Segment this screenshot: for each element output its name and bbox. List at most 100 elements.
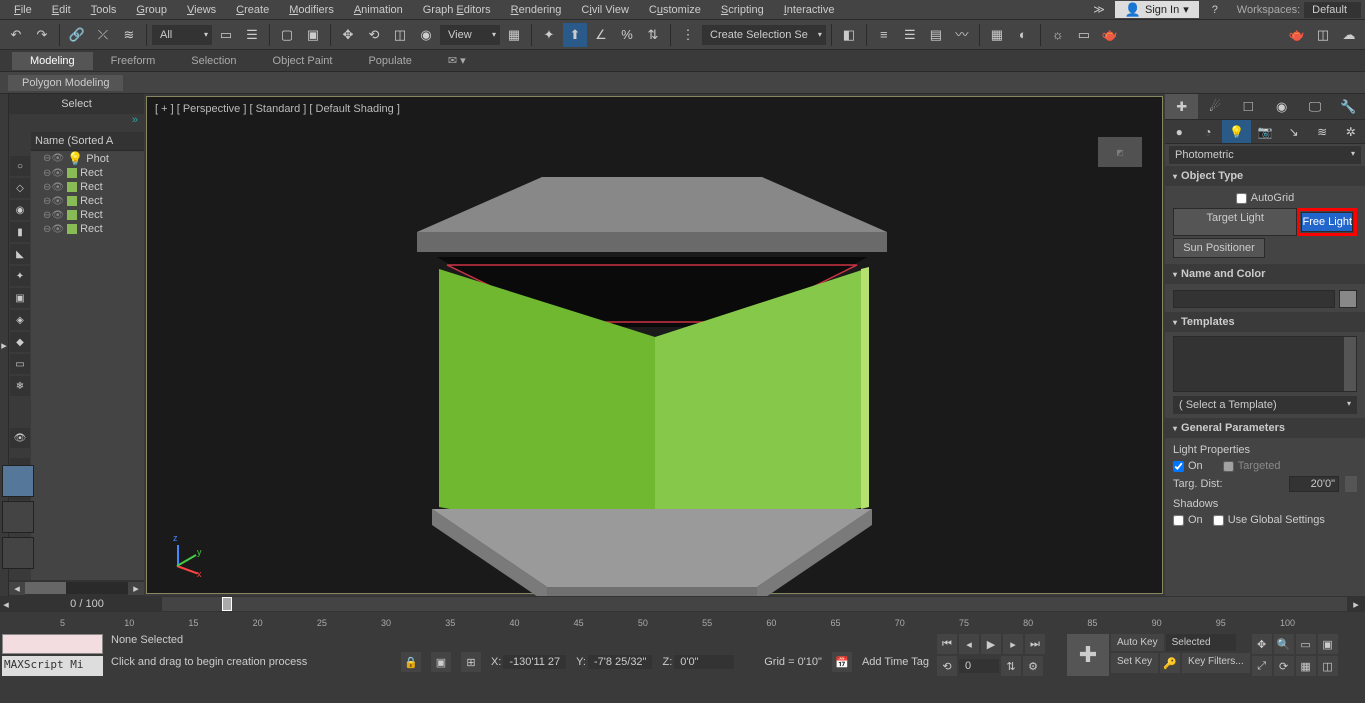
- filter-frozen-icon[interactable]: ❄: [10, 376, 30, 396]
- named-selset-dropdown[interactable]: Create Selection Se: [702, 25, 826, 45]
- menu-customize[interactable]: Customize: [639, 4, 711, 16]
- menu-scripting[interactable]: Scripting: [711, 4, 774, 16]
- ref-coord-dropdown[interactable]: View: [440, 25, 500, 45]
- menu-interactive[interactable]: Interactive: [774, 4, 845, 16]
- coord-x[interactable]: -130'11 27: [503, 655, 566, 669]
- menu-tools[interactable]: Tools: [81, 4, 127, 16]
- cp-tab-motion[interactable]: ◉: [1265, 94, 1298, 119]
- filter-spacewarps-icon[interactable]: ✦: [10, 266, 30, 286]
- goto-start-button[interactable]: ⏮: [937, 634, 957, 654]
- filter-all-icon[interactable]: 👁: [10, 428, 30, 448]
- coord-y[interactable]: -7'8 25/32": [588, 655, 653, 669]
- key-filters-button[interactable]: Key Filters...: [1182, 653, 1250, 673]
- cp-tab-hierarchy[interactable]: 🞎: [1232, 94, 1265, 119]
- rollout-name-color[interactable]: Name and Color: [1165, 264, 1365, 284]
- viewport[interactable]: [ + ] [ Perspective ] [ Standard ] [ Def…: [146, 96, 1163, 594]
- create-helpers-button[interactable]: ↘: [1279, 120, 1308, 143]
- filter-groups-icon[interactable]: ▣: [10, 288, 30, 308]
- ribbon-tab-selection[interactable]: Selection: [173, 52, 254, 70]
- filter-lights-icon[interactable]: ◉: [10, 200, 30, 220]
- template-list[interactable]: [1173, 336, 1357, 392]
- align-button[interactable]: ≡: [872, 23, 896, 47]
- key-icon[interactable]: 🔑: [1160, 653, 1180, 673]
- play-button[interactable]: ▶: [981, 634, 1001, 654]
- lock-selection-button[interactable]: 🔒: [401, 652, 421, 672]
- curve-editor-button[interactable]: 〰: [950, 23, 974, 47]
- create-spacewarps-button[interactable]: ≋: [1308, 120, 1337, 143]
- menu-grapheditors[interactable]: Graph Editors: [413, 4, 501, 16]
- undo-button[interactable]: ↶: [4, 23, 28, 47]
- signin-button[interactable]: 👤Sign In ▾: [1115, 1, 1199, 18]
- menu-edit[interactable]: Edit: [42, 4, 81, 16]
- keyset-dropdown[interactable]: Selected: [1166, 634, 1236, 651]
- maxscript-input[interactable]: [2, 634, 103, 654]
- spinner-snap-button[interactable]: ⇅: [641, 23, 665, 47]
- filter-bones-icon[interactable]: ◆: [10, 332, 30, 352]
- coord-display-button[interactable]: ⊞: [461, 652, 481, 672]
- time-config-button[interactable]: ⚙: [1023, 656, 1043, 676]
- view-cube[interactable]: ◩: [1098, 137, 1142, 167]
- move-button[interactable]: ✥: [336, 23, 360, 47]
- use-pivot-button[interactable]: ▦: [502, 23, 526, 47]
- create-cameras-button[interactable]: 📷: [1251, 120, 1280, 143]
- select-by-name-button[interactable]: ☰: [240, 23, 264, 47]
- menu-create[interactable]: Create: [226, 4, 279, 16]
- light-on-checkbox[interactable]: [1173, 461, 1184, 472]
- pan-view-button[interactable]: ✥: [1252, 634, 1272, 654]
- create-shapes-button[interactable]: ◔: [1194, 120, 1223, 143]
- snap-toggle-button[interactable]: ⬆: [563, 23, 587, 47]
- mirror-button[interactable]: ◧: [837, 23, 861, 47]
- bind-button[interactable]: ≋: [117, 23, 141, 47]
- window-crossing-button[interactable]: ▣: [301, 23, 325, 47]
- percent-snap-button[interactable]: %: [615, 23, 639, 47]
- tree-row[interactable]: ⊖👁Rect: [31, 208, 144, 222]
- menu-group[interactable]: Group: [126, 4, 177, 16]
- filter-containers-icon[interactable]: ▭: [10, 354, 30, 374]
- object-name-input[interactable]: [1173, 290, 1335, 308]
- material-editor-button[interactable]: ◐: [1011, 23, 1035, 47]
- ribbon-tab-objectpaint[interactable]: Object Paint: [255, 52, 351, 70]
- create-geometry-button[interactable]: ●: [1165, 120, 1194, 143]
- filter-cameras-icon[interactable]: ▮: [10, 222, 30, 242]
- set-key-big-button[interactable]: ✚: [1067, 634, 1109, 676]
- scene-explorer-pin[interactable]: »: [9, 114, 144, 132]
- rollout-general-params[interactable]: General Parameters: [1165, 418, 1365, 438]
- named-selset-edit-button[interactable]: ⋮: [676, 23, 700, 47]
- fov-button[interactable]: ▭: [1296, 634, 1316, 654]
- scale-button[interactable]: ◫: [388, 23, 412, 47]
- current-frame-input[interactable]: 0: [959, 659, 999, 673]
- zoom-all-button[interactable]: ▣: [1318, 634, 1338, 654]
- zoom-view-button[interactable]: 🔍: [1274, 634, 1294, 654]
- set-key-button[interactable]: Set Key: [1111, 653, 1158, 673]
- schematic-view-button[interactable]: ▦: [985, 23, 1009, 47]
- autogrid-checkbox[interactable]: [1236, 193, 1247, 204]
- time-ruler[interactable]: 5101520253035404550556065707580859095100: [20, 612, 1365, 632]
- next-frame-button[interactable]: ▸: [1003, 634, 1023, 654]
- create-lights-button[interactable]: 💡: [1222, 120, 1251, 143]
- sun-positioner-button[interactable]: Sun Positioner: [1173, 238, 1265, 258]
- targ-dist-input[interactable]: 20'0": [1289, 476, 1339, 492]
- ribbon-tab-freeform[interactable]: Freeform: [93, 52, 174, 70]
- tree-row[interactable]: ⊖👁Rect: [31, 194, 144, 208]
- render-setup-button[interactable]: ☼: [1046, 23, 1070, 47]
- menu-views[interactable]: Views: [177, 4, 226, 16]
- ribbon-panel-polygon-modeling[interactable]: Polygon Modeling: [8, 75, 123, 91]
- free-light-button[interactable]: Free Light: [1301, 212, 1353, 232]
- target-light-button[interactable]: Target Light: [1173, 208, 1297, 236]
- auto-key-button[interactable]: Auto Key: [1111, 634, 1164, 651]
- render-quick-button[interactable]: 🫖: [1285, 23, 1309, 47]
- min-max-button[interactable]: ◫: [1318, 656, 1338, 676]
- menu-civilview[interactable]: Civil View: [571, 4, 639, 16]
- ribbon-tab-more[interactable]: ✉ ▾: [430, 51, 484, 70]
- create-category-dropdown[interactable]: Photometric: [1169, 146, 1361, 164]
- placement-button[interactable]: ◉: [414, 23, 438, 47]
- rotate-button[interactable]: ⟲: [362, 23, 386, 47]
- targ-dist-spinner[interactable]: [1345, 476, 1357, 492]
- rect-select-button[interactable]: ▢: [275, 23, 299, 47]
- filter-geometry-icon[interactable]: ○: [10, 156, 30, 176]
- render-frame-button[interactable]: ▭: [1072, 23, 1096, 47]
- workspace-dropdown[interactable]: Default: [1304, 2, 1361, 18]
- tree-row[interactable]: ⊖👁Rect: [31, 166, 144, 180]
- key-mode-button[interactable]: ⟲: [937, 656, 957, 676]
- filter-shapes-icon[interactable]: ◇: [10, 178, 30, 198]
